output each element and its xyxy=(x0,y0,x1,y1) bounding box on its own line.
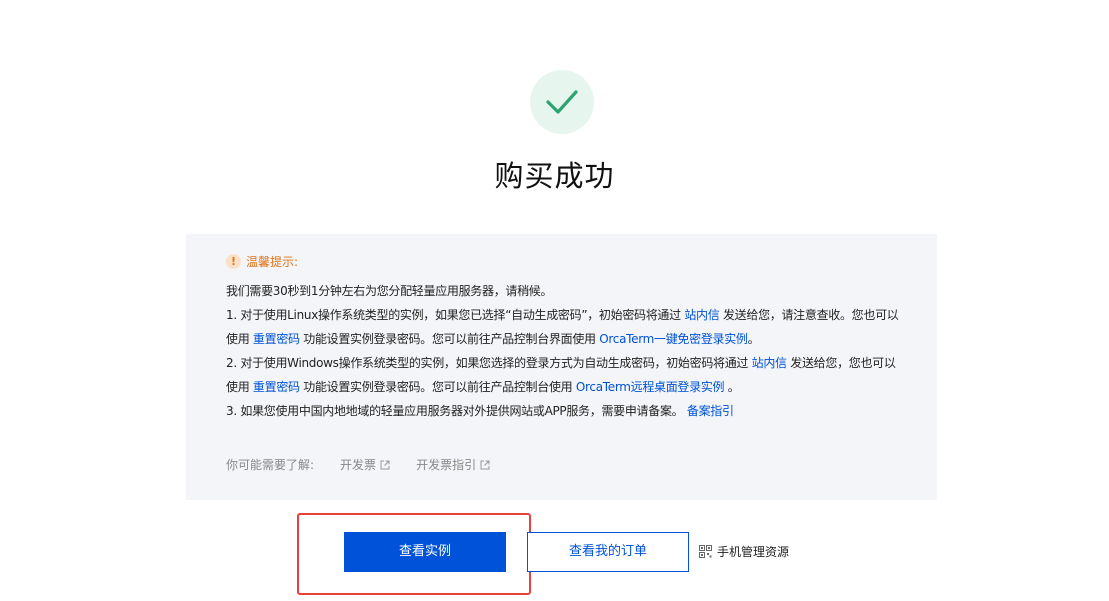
reset-password-link[interactable]: 重置密码 xyxy=(253,332,300,346)
notice-text: 。 xyxy=(747,332,760,346)
invoice-link-label: 开发票 xyxy=(340,458,377,472)
site-message-link[interactable]: 站内信 xyxy=(752,356,787,370)
notice-footer: 你可能需要了解: 开发票 开发票指引 xyxy=(226,456,490,473)
invoice-guide-link[interactable]: 开发票指引 xyxy=(416,456,490,473)
site-message-link[interactable]: 站内信 xyxy=(684,308,719,322)
notice-intro: 我们需要30秒到1分钟左右为您分配轻量应用服务器，请稍候。 xyxy=(226,284,553,298)
invoice-link[interactable]: 开发票 xyxy=(340,456,390,473)
orcaterm-login-link[interactable]: OrcaTerm一键免密登录实例 xyxy=(599,332,748,346)
external-link-icon xyxy=(380,460,390,469)
notice-text: 3. 如果您使用中国内地地域的轻量应用服务器对外提供网站或APP服务，需要申请备… xyxy=(226,404,687,418)
view-orders-button[interactable]: 查看我的订单 xyxy=(527,532,689,572)
external-link-icon xyxy=(480,460,490,469)
mobile-manage-link[interactable]: 手机管理资源 xyxy=(699,543,789,560)
check-icon xyxy=(546,90,578,114)
warning-icon: ! xyxy=(226,254,241,269)
notice-body: 我们需要30秒到1分钟左右为您分配轻量应用服务器，请稍候。 1. 对于使用Lin… xyxy=(226,279,901,423)
notice-text: 2. 对于使用Windows操作系统类型的实例，如果您选择的登录方式为自动生成密… xyxy=(226,356,752,370)
notice-header-label: 温馨提示: xyxy=(246,255,299,269)
notice-panel: ! 温馨提示: 我们需要30秒到1分钟左右为您分配轻量应用服务器，请稍候。 1.… xyxy=(186,234,937,500)
notice-text: 功能设置实例登录密码。您可以前往产品控制台使用 xyxy=(299,380,576,394)
invoice-guide-link-label: 开发票指引 xyxy=(416,458,477,472)
notice-item-linux: 1. 对于使用Linux操作系统类型的实例，如果您已选择“自动生成密码”，初始密… xyxy=(226,303,901,351)
notice-header: ! 温馨提示: xyxy=(226,253,298,270)
notice-text: 。 xyxy=(724,380,740,394)
notice-item-filing: 3. 如果您使用中国内地地域的轻量应用服务器对外提供网站或APP服务，需要申请备… xyxy=(226,399,901,423)
mobile-manage-label: 手机管理资源 xyxy=(717,545,790,559)
notice-text: 功能设置实例登录密码。您可以前往产品控制台界面使用 xyxy=(299,332,600,346)
orcaterm-remote-desktop-link[interactable]: OrcaTerm远程桌面登录实例 xyxy=(576,380,725,394)
notice-text: 1. 对于使用Linux操作系统类型的实例，如果您已选择“自动生成密码”，初始密… xyxy=(226,308,685,322)
purchase-success-page: 购买成功 ! 温馨提示: 我们需要30秒到1分钟左右为您分配轻量应用服务器，请稍… xyxy=(0,0,1109,601)
notice-item-windows: 2. 对于使用Windows操作系统类型的实例，如果您选择的登录方式为自动生成密… xyxy=(226,351,901,399)
related-label: 你可能需要了解: xyxy=(226,458,315,472)
filing-guide-link[interactable]: 备案指引 xyxy=(687,404,734,418)
qr-code-icon xyxy=(699,545,712,558)
reset-password-link[interactable]: 重置密码 xyxy=(253,380,300,394)
view-instance-button[interactable]: 查看实例 xyxy=(344,532,506,572)
success-badge xyxy=(530,70,594,134)
page-title: 购买成功 xyxy=(494,159,615,193)
